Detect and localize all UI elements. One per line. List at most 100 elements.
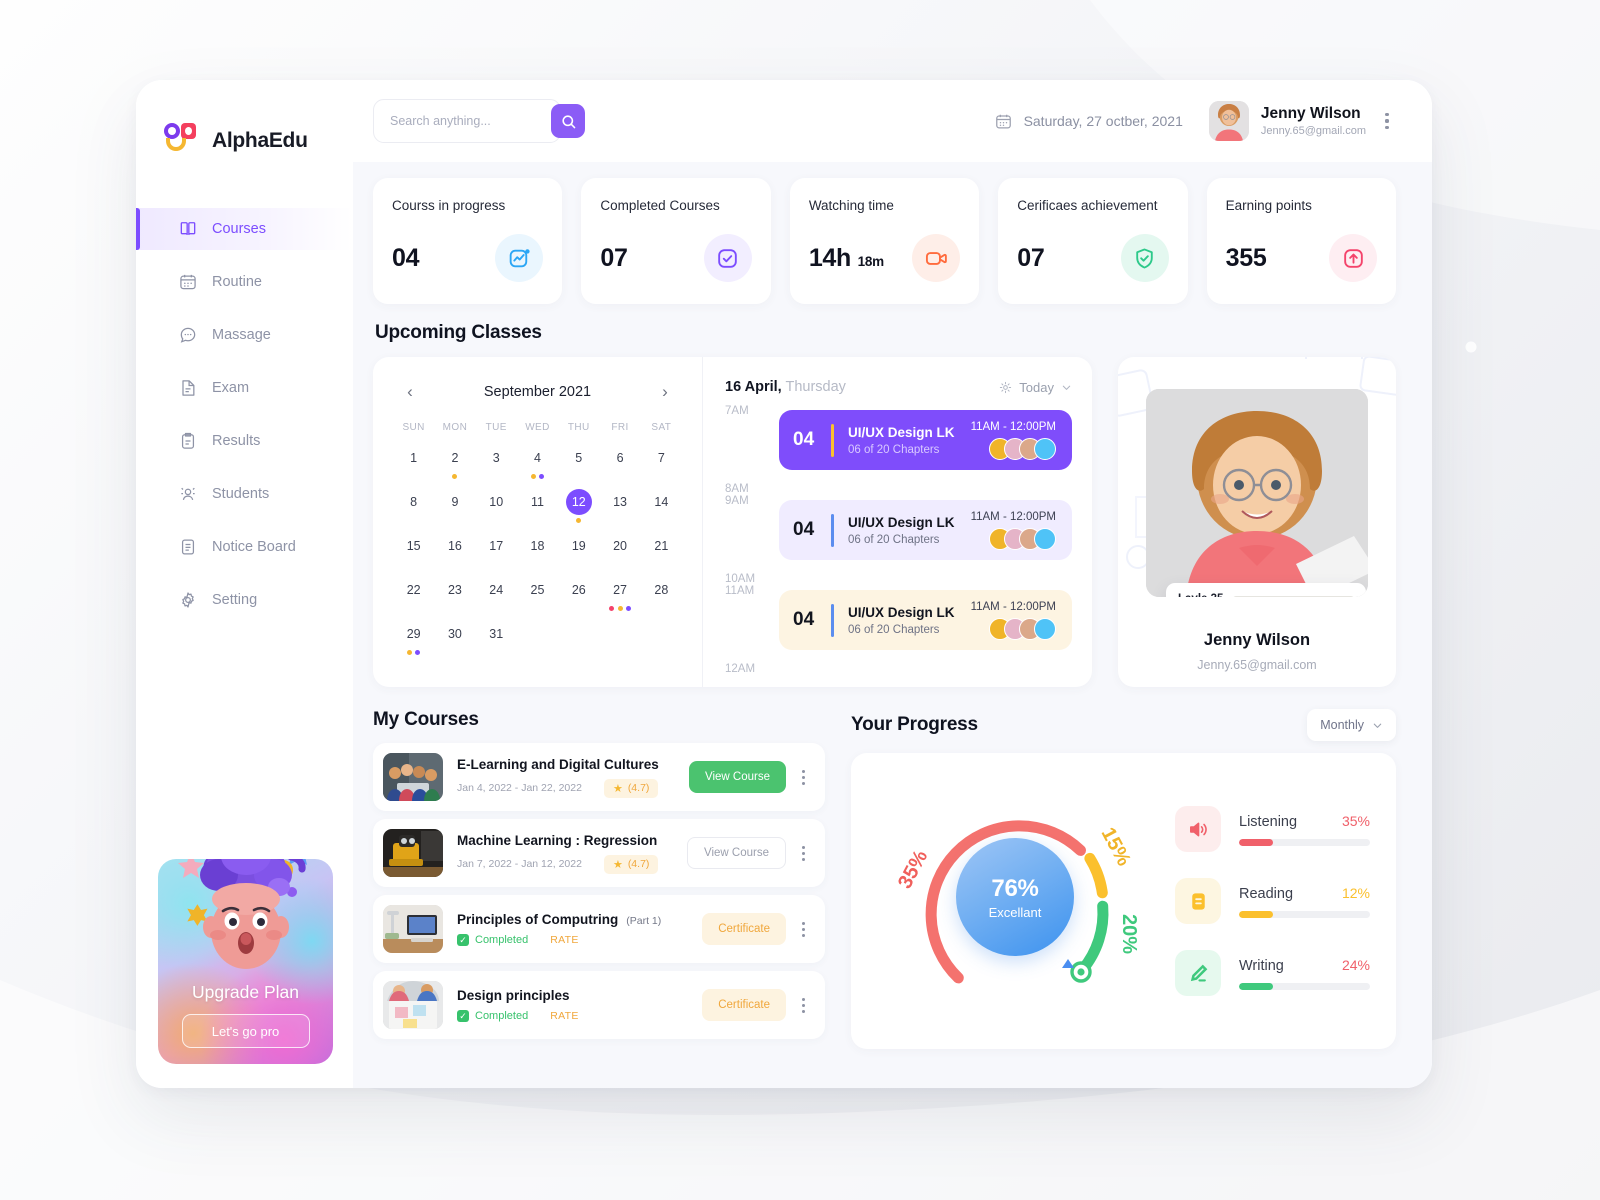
- search-input[interactable]: [390, 114, 551, 128]
- calendar-day[interactable]: 17: [476, 533, 517, 577]
- calendar-day[interactable]: 26: [558, 577, 599, 621]
- user-profile[interactable]: Jenny Wilson Jenny.65@gmail.com: [1208, 101, 1396, 141]
- kebab-menu-icon[interactable]: [794, 769, 812, 785]
- view-course-button[interactable]: View Course: [689, 761, 786, 793]
- calendar-day[interactable]: 15: [393, 533, 434, 577]
- sidebar-item-courses[interactable]: Courses: [136, 208, 353, 250]
- sidebar-item-exam[interactable]: Exam: [136, 367, 353, 409]
- calendar-day[interactable]: 16: [434, 533, 475, 577]
- calendar-day-number[interactable]: 31: [483, 621, 509, 647]
- calendar-day-number[interactable]: 10: [483, 489, 509, 515]
- calendar-day-number[interactable]: 16: [442, 533, 468, 559]
- calendar-day[interactable]: 19: [558, 533, 599, 577]
- calendar-day-number[interactable]: 8: [401, 489, 427, 515]
- calendar-day[interactable]: 3: [476, 445, 517, 489]
- calendar-day-number[interactable]: 17: [483, 533, 509, 559]
- certificate-button[interactable]: Certificate: [702, 913, 786, 945]
- calendar-day-number[interactable]: 3: [483, 445, 509, 471]
- course-rate-prompt[interactable]: RATE: [550, 1010, 578, 1022]
- calendar-day-number[interactable]: 29: [401, 621, 427, 647]
- range-selector[interactable]: Monthly: [1307, 709, 1396, 741]
- sidebar-item-notice-board[interactable]: Notice Board: [136, 526, 353, 568]
- calendar-day-number[interactable]: 27: [607, 577, 633, 603]
- calendar-day[interactable]: 20: [599, 533, 640, 577]
- calendar-day-number[interactable]: 23: [442, 577, 468, 603]
- calendar-day[interactable]: 31: [476, 621, 517, 665]
- calendar-day-number[interactable]: 2: [442, 445, 468, 471]
- calendar-day[interactable]: 23: [434, 577, 475, 621]
- kebab-menu-icon[interactable]: [794, 997, 812, 1013]
- course-row[interactable]: Principles of Computring (Part 1) ✓ Comple…: [373, 895, 825, 963]
- upgrade-plan-card[interactable]: Upgrade Plan Let's go pro: [158, 859, 333, 1064]
- sidebar-item-students[interactable]: Students: [136, 473, 353, 515]
- calendar-day[interactable]: 8: [393, 489, 434, 533]
- chevron-right-icon[interactable]: ›: [654, 381, 676, 403]
- calendar-day[interactable]: 14: [641, 489, 682, 533]
- sidebar-item-routine[interactable]: Routine: [136, 261, 353, 303]
- calendar-day-number[interactable]: 9: [442, 489, 468, 515]
- calendar-day[interactable]: 30: [434, 621, 475, 665]
- certificate-button[interactable]: Certificate: [702, 989, 786, 1021]
- class-entry[interactable]: 04 UI/UX Design LK 06 of 20 Chapters 11A…: [779, 590, 1072, 650]
- calendar-day[interactable]: 4: [517, 445, 558, 489]
- calendar-day-number[interactable]: 30: [442, 621, 468, 647]
- calendar-day-number[interactable]: 19: [566, 533, 592, 559]
- sidebar-item-setting[interactable]: Setting: [136, 579, 353, 621]
- calendar-day[interactable]: 5: [558, 445, 599, 489]
- calendar-day[interactable]: 7: [641, 445, 682, 489]
- kebab-menu-icon[interactable]: [1378, 112, 1396, 130]
- calendar-day-number[interactable]: 22: [401, 577, 427, 603]
- calendar-day[interactable]: 25: [517, 577, 558, 621]
- course-title: Design principles: [457, 988, 570, 1003]
- calendar-day-number[interactable]: 20: [607, 533, 633, 559]
- calendar-day-number[interactable]: 11: [524, 489, 550, 515]
- course-row[interactable]: E-Learning and Digital Cultures Jan 4, 2…: [373, 743, 825, 811]
- calendar-day[interactable]: 27: [599, 577, 640, 621]
- calendar-day[interactable]: 18: [517, 533, 558, 577]
- calendar-day[interactable]: 9: [434, 489, 475, 533]
- calendar-day[interactable]: 1: [393, 445, 434, 489]
- calendar-day[interactable]: 12: [558, 489, 599, 533]
- calendar-day-number[interactable]: 12: [565, 489, 592, 515]
- calendar-day-number[interactable]: 18: [524, 533, 550, 559]
- kebab-menu-icon[interactable]: [794, 921, 812, 937]
- calendar-day[interactable]: 29: [393, 621, 434, 665]
- calendar-day-number[interactable]: 24: [483, 577, 509, 603]
- sidebar-item-results[interactable]: Results: [136, 420, 353, 462]
- calendar-day[interactable]: 28: [641, 577, 682, 621]
- sidebar-item-massage[interactable]: Massage: [136, 314, 353, 356]
- calendar-day-number[interactable]: 15: [401, 533, 427, 559]
- calendar-day-number[interactable]: 6: [607, 445, 633, 471]
- calendar-day-number[interactable]: 26: [566, 577, 592, 603]
- search-button[interactable]: [551, 104, 585, 138]
- calendar-day-number[interactable]: 13: [607, 489, 633, 515]
- calendar-day-number[interactable]: 5: [566, 445, 592, 471]
- calendar-day-number[interactable]: 25: [524, 577, 550, 603]
- today-selector[interactable]: Today: [999, 380, 1072, 395]
- calendar-day[interactable]: 13: [599, 489, 640, 533]
- calendar-day[interactable]: 10: [476, 489, 517, 533]
- class-entry[interactable]: 04 UI/UX Design LK 06 of 20 Chapters 11A…: [779, 500, 1072, 560]
- search-bar[interactable]: [373, 99, 585, 143]
- class-entry[interactable]: 04 UI/UX Design LK 06 of 20 Chapters 11A…: [779, 410, 1072, 470]
- kebab-menu-icon[interactable]: [794, 845, 812, 861]
- hour-label: 9AM: [725, 495, 749, 507]
- calendar-day[interactable]: 21: [641, 533, 682, 577]
- view-course-button[interactable]: View Course: [687, 837, 786, 869]
- calendar-day[interactable]: 22: [393, 577, 434, 621]
- calendar-day[interactable]: 24: [476, 577, 517, 621]
- calendar-day[interactable]: 11: [517, 489, 558, 533]
- chevron-left-icon[interactable]: ‹: [399, 381, 421, 403]
- course-row[interactable]: Machine Learning : Regression Jan 7, 202…: [373, 819, 825, 887]
- course-rate-prompt[interactable]: RATE: [550, 934, 578, 946]
- calendar-day-number[interactable]: 1: [401, 445, 427, 471]
- calendar-day-number[interactable]: 14: [648, 489, 674, 515]
- calendar-day-number[interactable]: 7: [648, 445, 674, 471]
- calendar-day-number[interactable]: 4: [524, 445, 550, 471]
- calendar-day[interactable]: 2: [434, 445, 475, 489]
- go-pro-button[interactable]: Let's go pro: [181, 1014, 310, 1048]
- course-row[interactable]: Design principles ✓ Completed RATE Certif…: [373, 971, 825, 1039]
- calendar-day-number[interactable]: 28: [648, 577, 674, 603]
- calendar-day[interactable]: 6: [599, 445, 640, 489]
- calendar-day-number[interactable]: 21: [648, 533, 674, 559]
